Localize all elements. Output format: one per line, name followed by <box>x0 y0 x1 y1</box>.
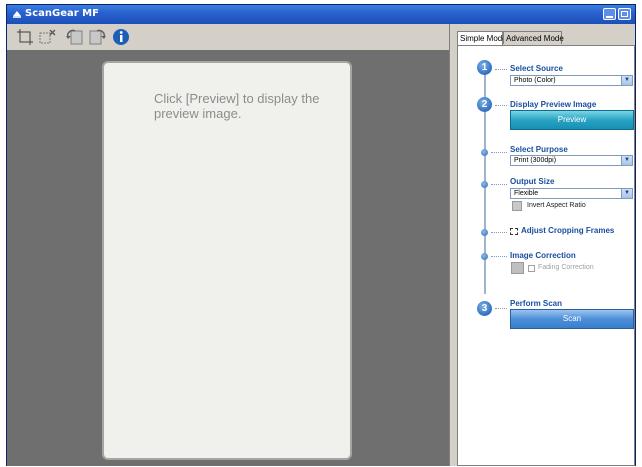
tab-simple-mode[interactable]: Simple Mode <box>457 31 507 45</box>
scan-button[interactable]: Scan <box>510 309 634 329</box>
step-3-badge: 3 <box>477 301 492 316</box>
step-dot <box>481 253 488 260</box>
invert-aspect-ratio-label: Invert Aspect Ratio <box>527 202 586 209</box>
chevron-down-icon: ▼ <box>621 76 632 85</box>
select-source-label: Select Source <box>510 64 563 73</box>
leader-dots <box>491 152 507 154</box>
chevron-down-icon: ▼ <box>621 189 632 198</box>
select-purpose-label: Select Purpose <box>510 145 568 154</box>
leader-dots <box>491 232 507 234</box>
step-dot <box>481 229 488 236</box>
step-2-badge: 2 <box>477 97 492 112</box>
invert-aspect-icon[interactable] <box>512 201 522 211</box>
output-size-value: Flexible <box>514 190 539 197</box>
app-icon <box>13 11 21 18</box>
leader-dots <box>495 69 507 71</box>
chevron-down-icon: ▼ <box>621 156 632 165</box>
fading-correction-label: Fading Correction <box>538 264 594 271</box>
fading-correction-icon <box>511 262 524 274</box>
settings-pane: Simple Mode Advanced Mode 1 Select Sourc… <box>453 24 635 466</box>
select-purpose-value: Print (300dpi) <box>514 157 557 164</box>
adjust-cropping-label[interactable]: Adjust Cropping Frames <box>521 226 614 235</box>
crop-frame-icon <box>510 228 518 235</box>
output-size-dropdown[interactable]: Flexible ▼ <box>510 188 633 199</box>
title-bar[interactable]: ScanGear MF <box>7 5 635 24</box>
step-dot <box>481 149 488 156</box>
select-purpose-dropdown[interactable]: Print (300dpi) ▼ <box>510 155 633 166</box>
minimize-icon <box>606 11 613 18</box>
minimize-button[interactable] <box>603 8 616 20</box>
step-1-badge: 1 <box>477 60 492 75</box>
leader-dots <box>491 256 507 258</box>
preview-pane: Click [Preview] to display the preview i… <box>7 50 449 466</box>
rotate-right-icon[interactable] <box>87 28 107 46</box>
image-correction-label: Image Correction <box>510 251 576 260</box>
crop-frame-icon[interactable] <box>15 28 35 46</box>
output-size-label: Output Size <box>510 177 555 186</box>
scangear-window: ScanGear MF Click [Preview] to display t… <box>6 4 636 466</box>
leader-dots <box>491 184 507 186</box>
window-title: ScanGear MF <box>25 8 99 19</box>
leader-dots <box>495 308 507 310</box>
step-dot <box>481 181 488 188</box>
info-icon[interactable] <box>111 28 131 46</box>
delete-crop-icon[interactable] <box>37 28 57 46</box>
select-source-dropdown[interactable]: Photo (Color) ▼ <box>510 75 633 86</box>
preview-hint: Click [Preview] to display the preview i… <box>154 91 320 121</box>
tab-advanced-mode[interactable]: Advanced Mode <box>503 31 564 44</box>
perform-scan-label: Perform Scan <box>510 299 563 308</box>
select-source-value: Photo (Color) <box>514 77 556 84</box>
fading-correction-checkbox[interactable] <box>528 265 535 272</box>
display-preview-label: Display Preview Image <box>510 100 597 109</box>
rotate-left-icon[interactable] <box>65 28 85 46</box>
preview-area[interactable]: Click [Preview] to display the preview i… <box>102 61 352 460</box>
leader-dots <box>495 105 507 107</box>
simple-mode-panel: 1 Select Source Photo (Color) ▼ 2 Displa… <box>457 45 635 466</box>
preview-button[interactable]: Preview <box>510 110 634 130</box>
maximize-button[interactable] <box>618 8 631 20</box>
maximize-icon <box>621 11 628 17</box>
toolbar <box>7 24 449 50</box>
